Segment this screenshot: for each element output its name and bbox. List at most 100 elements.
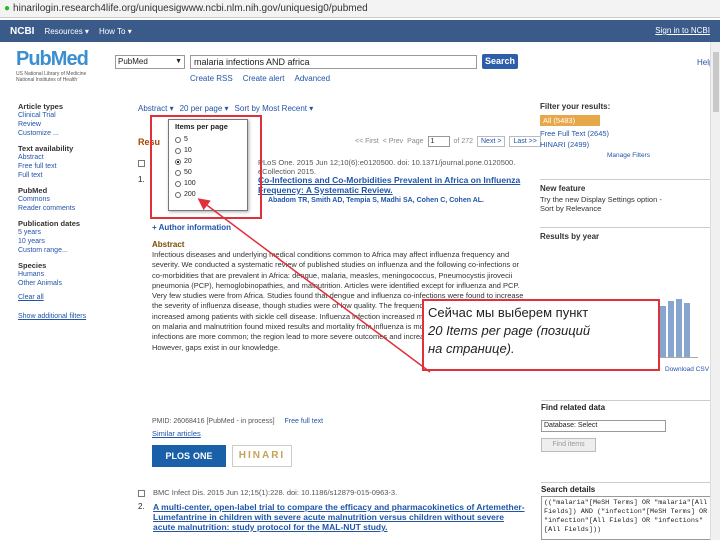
filter-item[interactable]: Commons bbox=[18, 195, 128, 204]
database-label: Database: bbox=[544, 422, 576, 429]
option-label: 20 bbox=[184, 158, 192, 165]
per-page-option-20[interactable]: 20 bbox=[175, 156, 241, 167]
radio-selected-icon bbox=[175, 158, 181, 165]
filter-item[interactable]: Reader comments bbox=[18, 204, 128, 213]
page-label: Page bbox=[407, 138, 424, 145]
result-authors[interactable]: Abadom TR, Smith AD, Tempia S, Madhi SA,… bbox=[268, 197, 528, 204]
show-filters-link[interactable]: Show additional filters bbox=[18, 313, 128, 320]
filter-pubmed-commons: PubMed Commons Reader comments bbox=[18, 186, 128, 213]
per-page-option-5[interactable]: 5 bbox=[175, 134, 241, 145]
url-text[interactable]: hinarilogin.research4life.org/uniquesigw… bbox=[13, 3, 368, 14]
callout-line-2: 20 Items per page (позиций bbox=[428, 323, 591, 338]
filter-item[interactable]: Full text bbox=[18, 171, 128, 180]
search-details-box[interactable]: (("malaria"[MeSH Terms] OR "malaria"[All… bbox=[541, 496, 711, 540]
first-page-link[interactable]: << First bbox=[355, 138, 379, 145]
per-page-menu[interactable]: 20 per page ▾ bbox=[180, 104, 229, 113]
result-meta: BMC Infect Dis. 2015 Jun 12;15(1):228. d… bbox=[153, 488, 398, 497]
filter-item[interactable]: Custom range... bbox=[18, 246, 128, 255]
callout-line-1: Сейчас мы выберем пункт bbox=[428, 305, 589, 320]
search-button[interactable]: Search bbox=[482, 54, 518, 69]
database-select[interactable]: PubMed ▼ bbox=[115, 55, 185, 69]
page-count: of 272 bbox=[453, 138, 473, 145]
author-info-toggle[interactable]: + Author information bbox=[152, 223, 231, 232]
year-bar[interactable] bbox=[684, 303, 690, 357]
right-panel: Filter your results: All (5483) Free Ful… bbox=[540, 100, 720, 243]
year-bar[interactable] bbox=[660, 306, 666, 357]
per-page-option-100[interactable]: 100 bbox=[175, 178, 241, 189]
filter-free-full[interactable]: Free Full Text (2645) bbox=[540, 128, 720, 139]
filter-item[interactable]: Humans bbox=[18, 270, 128, 279]
filter-item[interactable]: Free full text bbox=[18, 162, 128, 171]
browser-url-bar[interactable]: ● hinarilogin.research4life.org/uniquesi… bbox=[0, 0, 720, 18]
last-page-button[interactable]: Last >> bbox=[509, 136, 541, 147]
filter-title: Publication dates bbox=[18, 219, 81, 228]
sign-in-link[interactable]: Sign in to NCBI bbox=[655, 26, 710, 35]
find-items-button[interactable]: Find items bbox=[541, 438, 596, 452]
logo-med: Med bbox=[50, 48, 89, 70]
new-feature-title: New feature bbox=[540, 184, 586, 193]
option-label: 10 bbox=[184, 147, 192, 154]
results-by-year-title: Results by year bbox=[540, 232, 600, 241]
filter-title: Text availability bbox=[18, 144, 74, 153]
page-input[interactable]: 1 bbox=[427, 136, 450, 147]
create-alert-link[interactable]: Create alert bbox=[243, 74, 285, 83]
how-to-menu[interactable]: How To ▾ bbox=[99, 27, 132, 36]
database-value: Select bbox=[577, 422, 598, 429]
advanced-link[interactable]: Advanced bbox=[294, 74, 330, 83]
filter-item[interactable]: 5 years bbox=[18, 228, 128, 237]
search-input[interactable]: malaria infections AND africa bbox=[190, 55, 477, 69]
filter-item[interactable]: Other Animals bbox=[18, 279, 128, 288]
next-page-button[interactable]: Next > bbox=[477, 136, 506, 147]
filter-title: Article types bbox=[18, 102, 64, 111]
ncbi-logo[interactable]: NCBI bbox=[10, 26, 34, 37]
filter-species: Species Humans Other Animals bbox=[18, 261, 128, 288]
filter-hinari[interactable]: HINARI (2499) bbox=[540, 139, 720, 150]
format-menu[interactable]: Abstract ▾ bbox=[138, 104, 174, 113]
create-rss-link[interactable]: Create RSS bbox=[190, 74, 233, 83]
search-links: Create RSS Create alert Advanced bbox=[190, 74, 330, 83]
filter-item[interactable]: Abstract bbox=[18, 153, 128, 162]
per-page-option-10[interactable]: 10 bbox=[175, 145, 241, 156]
filter-all[interactable]: All (5483) bbox=[540, 115, 600, 126]
sort-menu[interactable]: Sort by Most Recent ▾ bbox=[235, 104, 314, 113]
filter-results-title: Filter your results: bbox=[540, 102, 611, 111]
filter-item[interactable]: 10 years bbox=[18, 237, 128, 246]
lock-icon: ● bbox=[4, 3, 11, 14]
filter-item[interactable]: Review bbox=[18, 120, 128, 129]
year-bar[interactable] bbox=[668, 301, 674, 357]
items-per-page-dropdown: Items per page 5 10 20 50 100 200 bbox=[168, 119, 248, 211]
year-bar[interactable] bbox=[676, 299, 682, 357]
ncbi-header: NCBI Resources ▾ How To ▾ Sign in to NCB… bbox=[0, 20, 720, 42]
filter-item[interactable]: Clinical Trial bbox=[18, 111, 128, 120]
scrollbar-thumb[interactable] bbox=[713, 52, 719, 112]
result-title-link[interactable]: Co-Infections and Co-Morbidities Prevale… bbox=[258, 175, 528, 195]
result-title-link[interactable]: A multi-center, open-label trial to comp… bbox=[153, 502, 528, 532]
new-feature-text: Try the new Display Settings option - So… bbox=[540, 195, 662, 213]
prev-page-link[interactable]: < Prev bbox=[383, 138, 403, 145]
similar-articles-link[interactable]: Similar articles bbox=[152, 429, 201, 438]
page-scrollbar[interactable] bbox=[710, 42, 720, 540]
pubmed-logo[interactable]: PubMed US National Library of Medicine N… bbox=[16, 48, 111, 83]
result-checkbox[interactable] bbox=[138, 490, 145, 497]
result-title-block-2: 2. A multi-center, open-label trial to c… bbox=[138, 502, 528, 532]
per-page-option-50[interactable]: 50 bbox=[175, 167, 241, 178]
dropdown-title: Items per page bbox=[175, 122, 228, 131]
radio-icon bbox=[175, 180, 181, 187]
database-field[interactable]: Database: Select bbox=[541, 420, 666, 432]
plos-label: PLOS bbox=[165, 451, 190, 461]
free-full-text-link[interactable]: Free full text bbox=[285, 418, 324, 425]
chevron-down-icon: ▼ bbox=[175, 58, 182, 65]
plos-one-link[interactable]: PLOS ONE bbox=[152, 445, 226, 467]
filter-title: Species bbox=[18, 261, 47, 270]
hinari-link[interactable]: HINARI bbox=[232, 445, 292, 467]
result-checkbox[interactable] bbox=[138, 160, 145, 167]
clear-all-link[interactable]: Clear all bbox=[18, 294, 128, 301]
filter-item[interactable]: Customize ... bbox=[18, 129, 128, 138]
download-csv-link[interactable]: Download CSV bbox=[665, 366, 709, 373]
resources-menu[interactable]: Resources ▾ bbox=[44, 27, 88, 36]
manage-filters-link[interactable]: Manage Filters bbox=[540, 150, 720, 161]
per-page-option-200[interactable]: 200 bbox=[175, 189, 241, 200]
display-toolbar: Abstract ▾ 20 per page ▾ Sort by Most Re… bbox=[138, 104, 313, 113]
pager: << First < Prev Page 1 of 272 Next > Las… bbox=[355, 136, 541, 147]
result-number: 1. bbox=[138, 175, 145, 184]
